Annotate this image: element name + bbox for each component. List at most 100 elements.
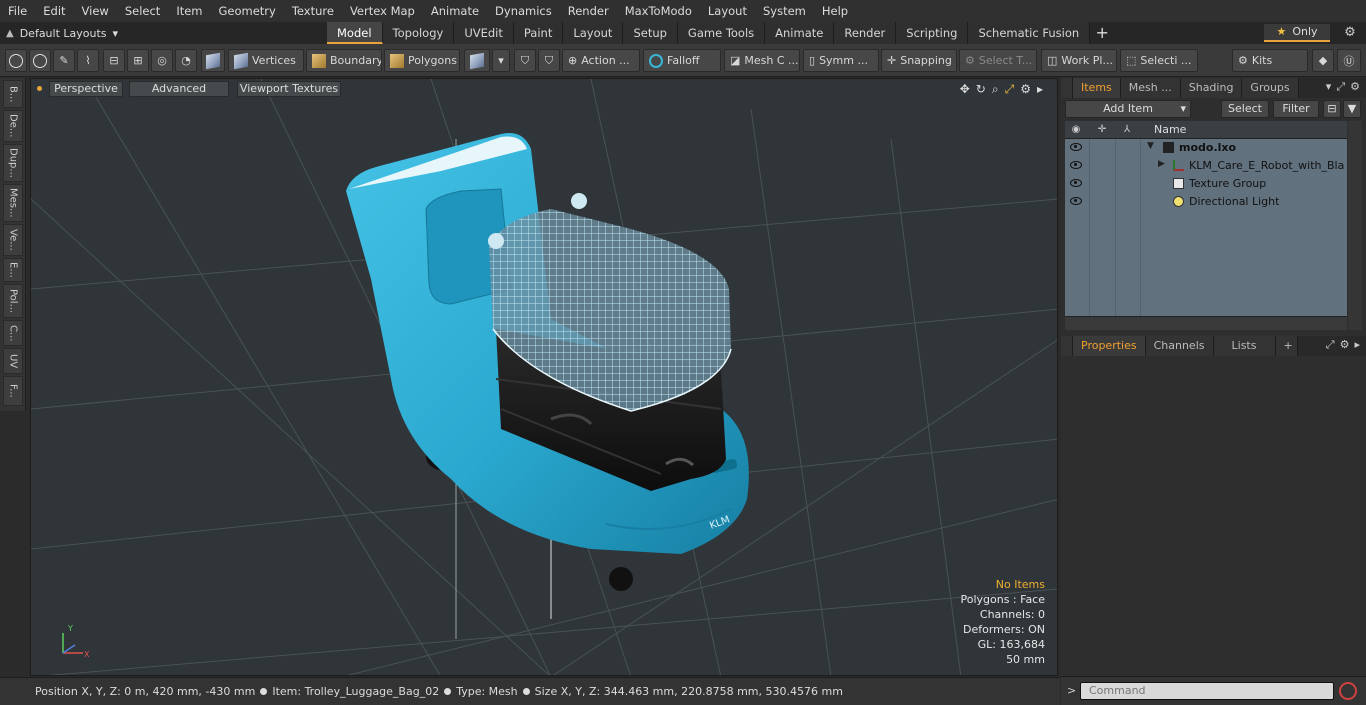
visibility-eye-icon[interactable] (1070, 161, 1082, 169)
menu-vertex-map[interactable]: Vertex Map (342, 0, 423, 22)
left-tab-curve[interactable]: C... (3, 320, 23, 346)
items-horizontal-scrollbar[interactable] (1065, 316, 1347, 330)
vertices-button[interactable]: Vertices (228, 49, 304, 72)
menu-render[interactable]: Render (560, 0, 617, 22)
select-button[interactable]: Select (1221, 100, 1269, 118)
timer-button[interactable]: ◔ (175, 49, 197, 72)
brush-button[interactable]: ⌇ (77, 49, 99, 72)
action-button[interactable]: ⊕ Action ... (562, 49, 640, 72)
left-tab-polygon[interactable]: Pol... (3, 284, 23, 318)
unreal-button[interactable]: Ⓤ (1337, 49, 1361, 72)
symmetry-button[interactable]: ▯ Symm ... (803, 49, 879, 72)
tree-row-directional-light[interactable]: Directional Light (1065, 193, 1347, 211)
left-tab-fusion[interactable]: F... (3, 376, 23, 406)
menu-help[interactable]: Help (814, 0, 856, 22)
perspective-button[interactable]: Perspective (49, 81, 123, 97)
visibility-eye-icon[interactable] (1070, 143, 1082, 151)
align-button[interactable]: ⊟ (103, 49, 125, 72)
expand-triangle-icon[interactable]: ▶ (1158, 159, 1165, 169)
tree-row-texture-group[interactable]: Texture Group (1065, 175, 1347, 193)
menu-select[interactable]: Select (117, 0, 168, 22)
left-tab-mesh-edit[interactable]: Mes... (3, 184, 23, 222)
material-button[interactable] (464, 49, 490, 72)
pen-button[interactable]: ✎ (53, 49, 75, 72)
unity-button[interactable]: ◆ (1312, 49, 1334, 72)
shield-b-button[interactable]: ⛉ (538, 49, 560, 72)
transform-button[interactable]: ⊞ (127, 49, 149, 72)
collapse-up-icon[interactable]: ▲ (6, 28, 14, 39)
tab-properties[interactable]: Properties (1073, 336, 1146, 356)
tab-shading[interactable]: Shading (1180, 78, 1243, 98)
menu-view[interactable]: View (74, 0, 117, 22)
advanced-button[interactable]: Advanced (129, 81, 229, 97)
item-mode-button[interactable] (201, 49, 225, 72)
collapse-icon[interactable]: ⊟ (1323, 100, 1341, 118)
menu-file[interactable]: File (0, 0, 35, 22)
left-tab-basic[interactable]: B... (3, 80, 23, 108)
visibility-eye-icon[interactable] (1070, 197, 1082, 205)
tab-lists[interactable]: Lists (1213, 336, 1276, 356)
visibility-eye-icon[interactable] (1070, 179, 1082, 187)
add-tab-button[interactable]: + (1090, 22, 1114, 44)
polygons-button[interactable]: Polygons (384, 49, 460, 72)
chevron-down-icon[interactable]: ▾ (1326, 80, 1332, 94)
menu-geometry[interactable]: Geometry (211, 0, 284, 22)
gear-icon[interactable]: ⚙ (1340, 24, 1360, 42)
tab-scripting[interactable]: Scripting (896, 22, 969, 44)
tab-setup[interactable]: Setup (623, 22, 678, 44)
select-through-button[interactable]: ⚙ Select T... (959, 49, 1037, 72)
gear-icon[interactable]: ⚙ (1350, 80, 1360, 94)
menu-layout[interactable]: Layout (700, 0, 755, 22)
tab-items[interactable]: Items (1073, 78, 1121, 98)
expand-right-icon[interactable]: ▸ (1354, 338, 1360, 352)
gear-icon[interactable]: ⚙ (1020, 82, 1031, 97)
frame-button[interactable]: ◎ (151, 49, 173, 72)
expand-right-icon[interactable]: ▸ (1037, 82, 1043, 97)
add-item-button[interactable]: Add Item ▾ (1065, 100, 1191, 118)
tab-game-tools[interactable]: Game Tools (677, 22, 766, 44)
tab-model[interactable]: Model (327, 22, 383, 44)
maximize-icon[interactable]: ⤢ (1336, 80, 1345, 94)
maximize-icon[interactable]: ⤢ (1005, 82, 1015, 97)
menu-animate[interactable]: Animate (423, 0, 487, 22)
viewport-textures-button[interactable]: Viewport Textures (237, 81, 341, 97)
tab-mesh[interactable]: Mesh ... (1120, 78, 1181, 98)
maximize-icon[interactable]: ⤢ (1326, 338, 1335, 352)
left-tab-edge[interactable]: E... (3, 258, 23, 282)
record-macro-icon[interactable] (1339, 682, 1357, 700)
boundary-button[interactable]: Boundary (306, 49, 382, 72)
zoom-view-icon[interactable]: ⌕ (992, 82, 999, 97)
expand-triangle-icon[interactable]: ▼ (1147, 141, 1154, 151)
menu-dynamics[interactable]: Dynamics (487, 0, 560, 22)
selection-sets-button[interactable]: ⬚ Selecti ... (1120, 49, 1198, 72)
tree-row-mesh[interactable]: ▶ KLM_Care_E_Robot_with_Bla... (1065, 157, 1347, 175)
kits-button[interactable]: ⚙ Kits (1232, 49, 1308, 72)
only-toggle[interactable]: ★ Only (1264, 24, 1330, 42)
left-tab-duplicate[interactable]: Dup... (3, 144, 23, 182)
tab-uvedit[interactable]: UVEdit (454, 22, 514, 44)
snapping-button[interactable]: ✛ Snapping (881, 49, 957, 72)
mesh-constraints-button[interactable]: ◪ Mesh C ... (724, 49, 800, 72)
falloff-button[interactable]: Falloff (643, 49, 721, 72)
command-input[interactable]: Command (1080, 682, 1334, 700)
work-plane-button[interactable]: ◫ Work Pl... (1041, 49, 1117, 72)
tab-render[interactable]: Render (834, 22, 897, 44)
tab-layout[interactable]: Layout (563, 22, 624, 44)
menu-system[interactable]: System (755, 0, 814, 22)
tab-topology[interactable]: Topology (382, 22, 455, 44)
rotate-view-icon[interactable]: ↻ (976, 82, 986, 97)
tree-row-scene[interactable]: ▼ modo.lxo (1065, 139, 1347, 157)
left-tab-vertex[interactable]: Ve... (3, 224, 23, 256)
layouts-dropdown[interactable]: ▲ Default Layouts ▾ (6, 22, 118, 44)
filter-button[interactable]: Filter (1273, 100, 1319, 118)
tab-channels[interactable]: Channels (1145, 336, 1214, 356)
items-vertical-scrollbar[interactable] (1348, 121, 1362, 330)
move-view-icon[interactable]: ✥ (960, 82, 970, 97)
tab-animate[interactable]: Animate (765, 22, 835, 44)
select-circle-button[interactable] (5, 49, 27, 72)
3d-viewport[interactable]: KLM Perspective Advanced Viewport Textur… (30, 78, 1058, 676)
material-dropdown[interactable]: ▾ (492, 49, 510, 72)
left-tab-uv[interactable]: UV (3, 348, 23, 374)
menu-texture[interactable]: Texture (284, 0, 342, 22)
globe-button[interactable] (29, 49, 51, 72)
